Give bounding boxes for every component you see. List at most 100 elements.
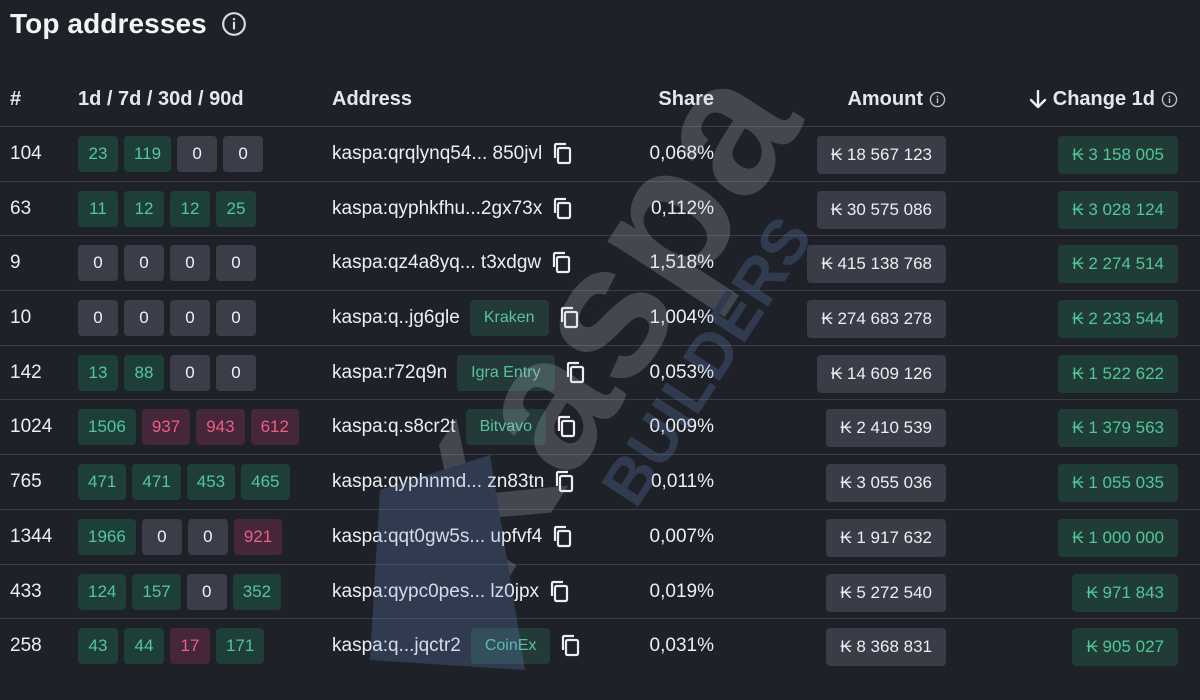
- share-cell: 0,053%: [649, 361, 714, 383]
- activity-chip: 17: [170, 628, 210, 665]
- rank-cell: 10: [10, 307, 32, 329]
- share-cell: 0,009%: [649, 416, 714, 438]
- share-cell: 1,518%: [649, 252, 714, 274]
- activity-chip: 0: [216, 300, 256, 337]
- column-header-address[interactable]: Address: [332, 88, 412, 111]
- column-header-rank: #: [10, 88, 22, 110]
- copy-icon[interactable]: [552, 197, 574, 221]
- amount-cell: ₭ 8 368 831: [826, 628, 946, 667]
- table-row[interactable]: 433 124 157 0 352 kaspa:qypc0pes... lz0jpx 0,0…: [0, 563, 1200, 619]
- amount-info-icon[interactable]: [929, 91, 946, 108]
- activity-chip: 0: [170, 245, 210, 282]
- table-row[interactable]: 1344 1966 0 0 921 kaspa:qqt0gw5s... upfvf4 0,0…: [0, 508, 1200, 564]
- activity-chip: 12: [124, 190, 164, 227]
- copy-icon[interactable]: [560, 634, 582, 658]
- change-cell: ₭ 1 055 035: [1058, 464, 1178, 503]
- column-header-share[interactable]: Share: [658, 88, 714, 111]
- activity-chip: 937: [141, 409, 191, 446]
- activity-chip: 0: [216, 354, 256, 391]
- copy-icon[interactable]: [552, 142, 574, 166]
- address-link[interactable]: kaspa:q.s8cr2t: [332, 416, 456, 438]
- page-title: Top addresses: [10, 8, 207, 39]
- share-cell: 0,068%: [649, 143, 714, 164]
- activity-chip: 0: [177, 136, 218, 172]
- address-tag[interactable]: Kraken: [469, 300, 549, 337]
- address-cell: kaspa:r72q9n Igra Entry: [332, 346, 587, 400]
- activity-chips: 11 12 12 25: [78, 190, 256, 227]
- address-tag[interactable]: Igra Entry: [457, 354, 555, 391]
- activity-chip: 0: [124, 245, 164, 282]
- address-link[interactable]: kaspa:qyphnmd... zn83tn: [332, 471, 544, 493]
- activity-chips: 1966 0 0 921: [78, 518, 283, 555]
- activity-chip: 0: [170, 354, 210, 391]
- page-header: Top addresses: [10, 6, 247, 42]
- change-cell: ₭ 1 379 563: [1058, 409, 1178, 448]
- copy-icon[interactable]: [551, 251, 573, 275]
- activity-chip: 453: [186, 464, 236, 501]
- table-row[interactable]: 9 0 0 0 0 kaspa:qz4a8yq... t3xdgw 1,518% ₭ 415 …: [0, 235, 1200, 290]
- address-cell: kaspa:qrqlynq54... 850jvl: [332, 127, 574, 181]
- amount-cell: ₭ 2 410 539: [826, 409, 946, 448]
- share-cell: 0,031%: [649, 635, 714, 657]
- amount-cell: ₭ 5 272 540: [826, 573, 946, 612]
- activity-chip: 0: [170, 300, 210, 337]
- rank-cell: 1024: [10, 416, 53, 438]
- table-row[interactable]: 258 43 44 17 171 kaspa:q...jqctr2 CoinEx 0,031%…: [0, 618, 1200, 673]
- table-row[interactable]: 10 0 0 0 0 kaspa:q..jg6gle Kraken 1,004% ₭ 274 6…: [0, 290, 1200, 345]
- change-cell: ₭ 971 843: [1072, 573, 1178, 612]
- copy-icon[interactable]: [552, 525, 574, 549]
- rank-cell: 1344: [10, 525, 53, 547]
- address-link[interactable]: kaspa:qz4a8yq... t3xdgw: [332, 252, 541, 274]
- copy-icon[interactable]: [554, 470, 576, 494]
- share-cell: 0,007%: [649, 525, 714, 547]
- address-link[interactable]: kaspa:q..jg6gle: [332, 307, 460, 329]
- activity-chips: 43 44 17 171: [78, 628, 265, 665]
- change-info-icon[interactable]: [1161, 91, 1178, 108]
- table-row[interactable]: 63 11 12 12 25 kaspa:qyphkfhu...2gx73x 0,112% ₭…: [0, 180, 1200, 236]
- table-row[interactable]: 1024 1506 937 943 612 kaspa:q.s8cr2t Bitvavo 0,…: [0, 399, 1200, 454]
- activity-chip: 12: [170, 190, 210, 227]
- address-cell: kaspa:q..jg6gle Kraken: [332, 291, 581, 345]
- change-cell: ₭ 3 158 005: [1058, 136, 1178, 174]
- table-header: # 1d / 7d / 30d / 90d Address Share Amou…: [0, 76, 1200, 122]
- table-row[interactable]: 765 471 471 453 465 kaspa:qyphnmd... zn83tn 0,…: [0, 454, 1200, 509]
- table-body: 104 23 119 0 0 kaspa:qrqlynq54... 850jvl 0,068…: [0, 126, 1200, 673]
- address-link[interactable]: kaspa:r72q9n: [332, 362, 447, 384]
- activity-chip: 0: [186, 573, 227, 610]
- rank-cell: 258: [10, 635, 42, 657]
- info-circle-icon[interactable]: [221, 11, 247, 37]
- column-header-change[interactable]: Change 1d: [1029, 88, 1178, 111]
- activity-chip: 921: [233, 518, 283, 555]
- address-cell: kaspa:qyphnmd... zn83tn: [332, 455, 576, 509]
- activity-chip: 171: [216, 628, 265, 665]
- activity-chip: 23: [78, 136, 118, 172]
- address-cell: kaspa:qypc0pes... lz0jpx: [332, 565, 571, 619]
- amount-cell: ₭ 1 917 632: [826, 518, 946, 557]
- address-tag[interactable]: CoinEx: [470, 628, 551, 665]
- copy-icon[interactable]: [556, 415, 578, 439]
- activity-chips: 0000: [78, 245, 256, 282]
- copy-icon[interactable]: [565, 361, 587, 385]
- address-tag[interactable]: Bitvavo: [465, 409, 547, 446]
- column-header-amount[interactable]: Amount: [847, 88, 946, 111]
- activity-chip: 0: [187, 518, 228, 555]
- activity-chip: 13: [78, 354, 118, 391]
- address-link[interactable]: kaspa:qrqlynq54... 850jvl: [332, 143, 542, 165]
- activity-chips: 124 157 0 352: [78, 573, 282, 610]
- activity-chip: 44: [124, 628, 164, 665]
- table-row[interactable]: 104 23 119 0 0 kaspa:qrqlynq54... 850jvl 0,068…: [0, 126, 1200, 181]
- amount-cell: ₭ 14 609 126: [816, 354, 946, 393]
- activity-chip: 1506: [78, 409, 136, 446]
- table-row[interactable]: 142 13 88 0 0 kaspa:r72q9n Igra Entry 0,053% ₭ 1…: [0, 344, 1200, 400]
- address-link[interactable]: kaspa:qyphkfhu...2gx73x: [332, 198, 542, 220]
- rank-cell: 433: [10, 580, 42, 602]
- address-link[interactable]: kaspa:qqt0gw5s... upfvf4: [332, 526, 542, 548]
- copy-icon[interactable]: [549, 580, 571, 604]
- address-link[interactable]: kaspa:q...jqctr2: [332, 635, 461, 657]
- activity-chip: 124: [78, 573, 127, 610]
- activity-chip: 88: [124, 354, 164, 391]
- activity-chips: 0000: [78, 300, 256, 337]
- address-link[interactable]: kaspa:qypc0pes... lz0jpx: [332, 581, 539, 603]
- amount-cell: ₭ 415 138 768: [807, 245, 946, 284]
- copy-icon[interactable]: [559, 306, 581, 330]
